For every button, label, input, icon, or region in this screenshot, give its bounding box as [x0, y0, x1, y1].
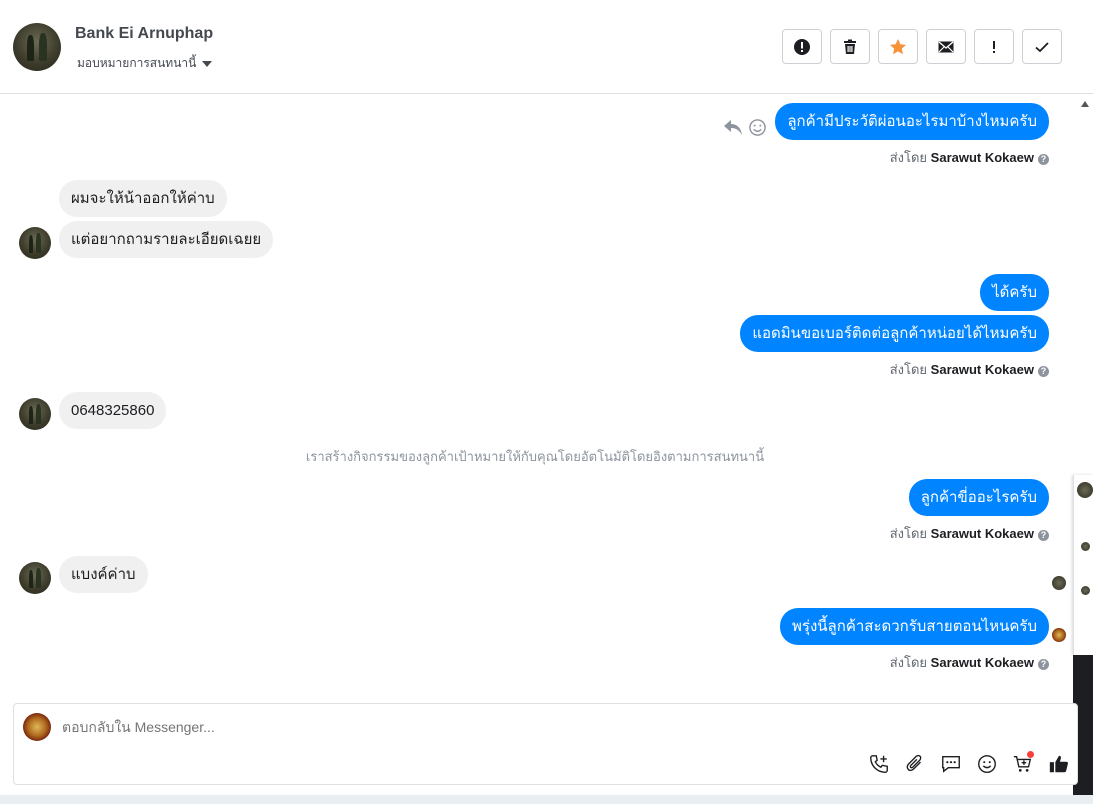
page-avatar — [1052, 628, 1066, 642]
saved-replies-icon[interactable] — [939, 752, 963, 776]
message-incoming[interactable]: แบงค์ค่าบ — [59, 556, 148, 593]
contact-avatar — [1077, 482, 1093, 498]
message-incoming[interactable]: 0648325860 — [59, 392, 167, 429]
reply-input[interactable] — [62, 719, 662, 735]
mark-unread-button[interactable] — [926, 29, 966, 64]
contact-name[interactable]: Bank Ei Arnuphap — [75, 25, 213, 43]
sent-by-label: ส่งโดย Sarawut Kokaew? — [890, 147, 1049, 168]
caret-down-icon — [202, 60, 213, 67]
help-icon[interactable]: ? — [1038, 530, 1049, 541]
reply-composer — [13, 703, 1078, 785]
check-icon — [1035, 41, 1049, 52]
mark-spam-button[interactable] — [782, 29, 822, 64]
message-incoming[interactable]: แต่อยากถามรายละเอียดเฉยย — [59, 221, 274, 258]
message-thread[interactable]: ลูกค้ามีประวัติผ่อนอะไรมาบ้างไหมครับ ส่ง… — [0, 95, 1075, 700]
reply-icon[interactable] — [723, 118, 743, 136]
assign-conversation-dropdown[interactable]: มอบหมายการสนทนานี้ — [77, 54, 213, 73]
sent-by-prefix: ส่งโดย — [889, 150, 928, 165]
contact-avatar — [19, 562, 51, 594]
exclamation-icon — [993, 40, 995, 53]
help-icon[interactable]: ? — [1038, 366, 1049, 377]
sent-by-prefix: ส่งโดย — [889, 526, 928, 541]
thread-scrollbar[interactable] — [1077, 95, 1093, 475]
sent-by-prefix: ส่งโดย — [889, 655, 928, 670]
contact-avatar — [1081, 542, 1090, 551]
alert-circle-icon — [794, 38, 810, 55]
mark-done-button[interactable] — [1022, 29, 1062, 64]
envelope-icon — [938, 40, 954, 52]
seen-avatar — [1052, 576, 1066, 590]
message-outgoing[interactable]: แอดมินขอเบอร์ติดต่อลูกค้าหน่อยได้ไหมครับ — [740, 315, 1049, 352]
contact-avatar[interactable] — [13, 23, 61, 71]
message-outgoing[interactable]: ลูกค้าขี่ออะไรครับ — [908, 479, 1049, 516]
attachment-icon[interactable] — [903, 752, 927, 776]
notification-dot — [1027, 751, 1034, 758]
sender-name: Sarawut Kokaew — [930, 655, 1034, 670]
sent-by-label: ส่งโดย Sarawut Kokaew? — [890, 523, 1049, 544]
star-icon — [890, 38, 906, 54]
follow-up-button[interactable] — [974, 29, 1014, 64]
trash-icon — [844, 39, 856, 54]
assign-label: มอบหมายการสนทนานี้ — [77, 56, 197, 70]
sent-by-prefix: ส่งโดย — [889, 362, 928, 377]
sent-by-label: ส่งโดย Sarawut Kokaew? — [890, 652, 1049, 673]
star-button[interactable] — [878, 29, 918, 64]
page-avatar — [23, 713, 51, 741]
emoji-react-icon[interactable] — [748, 118, 767, 137]
contact-avatar — [19, 398, 51, 430]
contact-avatar — [1081, 586, 1090, 595]
sender-name: Sarawut Kokaew — [930, 362, 1034, 377]
delete-button[interactable] — [830, 29, 870, 64]
scroll-up-arrow-icon[interactable] — [1081, 101, 1089, 107]
system-note: เราสร้างกิจกรรมของลูกค้าเป้าหมายให้กับคุ… — [305, 449, 765, 464]
message-outgoing[interactable]: ลูกค้ามีประวัติผ่อนอะไรมาบ้างไหมครับ — [775, 103, 1049, 140]
sender-name: Sarawut Kokaew — [930, 526, 1034, 541]
contact-avatar — [19, 227, 51, 259]
call-add-icon[interactable] — [867, 752, 891, 776]
conversation-header: Bank Ei Arnuphap มอบหมายการสนทนานี้ — [0, 0, 1093, 94]
sent-by-label: ส่งโดย Sarawut Kokaew? — [890, 359, 1049, 380]
message-outgoing[interactable]: ได้ครับ — [980, 274, 1049, 311]
help-icon[interactable]: ? — [1038, 659, 1049, 670]
emoji-icon[interactable] — [975, 752, 999, 776]
message-incoming[interactable]: ผมจะให้น้าออกให้ค่าบ — [59, 180, 227, 217]
thumbs-up-icon[interactable] — [1047, 752, 1071, 776]
message-outgoing[interactable]: พรุ่งนี้ลูกค้าสะดวกรับสายตอนไหนครับ — [780, 608, 1049, 645]
cart-icon[interactable] — [1011, 751, 1035, 776]
help-icon[interactable]: ? — [1038, 154, 1049, 165]
sender-name: Sarawut Kokaew — [930, 150, 1034, 165]
side-panel — [1073, 475, 1093, 655]
bottom-strip — [0, 795, 1093, 804]
